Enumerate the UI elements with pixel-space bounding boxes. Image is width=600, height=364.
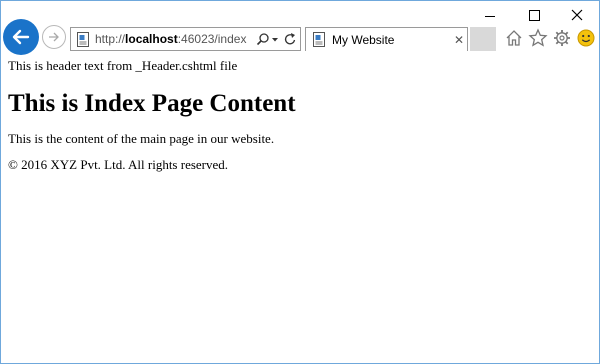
forward-button[interactable]	[42, 25, 66, 49]
page-icon	[313, 32, 325, 47]
page-icon	[77, 32, 89, 47]
tab-my-website[interactable]: My Website ✕	[305, 27, 468, 51]
address-bar[interactable]: http://localhost:46023/index	[70, 27, 301, 51]
maximize-icon	[528, 9, 540, 21]
new-tab-button[interactable]	[470, 27, 496, 51]
star-icon[interactable]	[528, 28, 548, 48]
forward-arrow-icon	[49, 32, 59, 42]
gear-icon[interactable]	[552, 28, 572, 48]
back-button[interactable]	[3, 19, 39, 55]
url-prefix: http://	[95, 32, 126, 46]
address-url[interactable]: http://localhost:46023/index	[95, 32, 246, 47]
minimize-icon	[485, 15, 495, 17]
tab-title: My Website	[332, 33, 395, 47]
dropdown-arrow-icon[interactable]	[272, 37, 278, 43]
maximize-button[interactable]	[511, 1, 557, 29]
refresh-icon[interactable]	[283, 32, 297, 47]
url-host: localhost	[125, 32, 178, 46]
page-content: This is header text from _Header.cshtml …	[8, 58, 588, 172]
back-arrow-icon	[12, 29, 30, 45]
home-icon[interactable]	[504, 28, 524, 48]
minimize-button[interactable]	[467, 1, 513, 29]
header-text: This is header text from _Header.cshtml …	[8, 58, 238, 73]
footer-text: © 2016 XYZ Pvt. Ltd. All rights reserved…	[8, 157, 229, 172]
main-content-text: This is the content of the main page in …	[8, 131, 275, 146]
tab-close-icon[interactable]: ✕	[454, 33, 464, 47]
close-icon	[571, 9, 583, 21]
url-path: :46023/index	[177, 32, 247, 46]
smiley-icon[interactable]	[576, 28, 596, 48]
browser-window: http://localhost:46023/index My Website …	[0, 0, 600, 364]
page-heading: This is Index Page Content	[8, 90, 296, 117]
search-icon[interactable]	[256, 32, 270, 47]
close-button[interactable]	[554, 1, 599, 29]
